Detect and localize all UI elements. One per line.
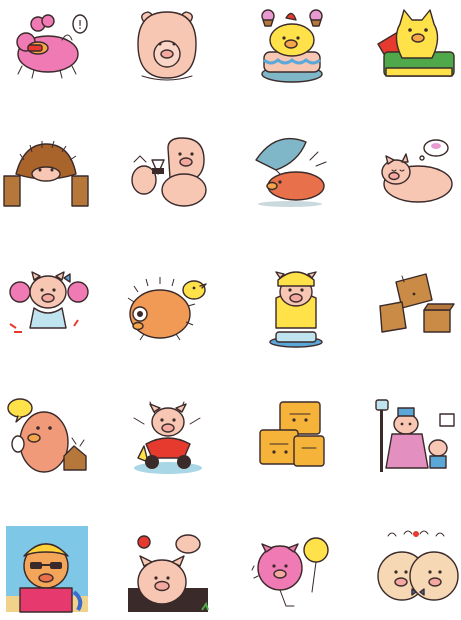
pig-with-baby-icon[interactable] [124,526,210,612]
pig-umbrella-icon[interactable] [250,130,336,216]
yellow-cat-pig-icon[interactable] [374,4,460,90]
pig-sleeping-icon[interactable] [374,130,460,216]
pig-family-bus-stop-icon[interactable] [374,394,460,480]
hedgehog-pig-bridge-icon[interactable] [3,130,90,216]
cheerleader-pig-icon[interactable] [4,262,90,348]
stacked-pig-boxes-icon[interactable] [250,394,336,480]
pufferfish-pig-icon[interactable] [124,262,210,348]
cardboard-boxes-icon[interactable] [374,262,460,348]
pale-pig-sitting-icon[interactable] [124,4,210,90]
twin-pigs-icon[interactable] [374,526,460,612]
pig-motorbike-icon[interactable] [124,394,210,480]
pig-scale-icon[interactable] [250,262,336,348]
sunglasses-pig-beach-icon[interactable] [4,526,90,613]
sticker-grid: ! [0,0,461,620]
pig-speech-icon[interactable] [4,394,90,480]
pig-onigiri-icon[interactable] [124,130,210,216]
pig-balloon-icon[interactable] [250,526,336,612]
exclaim-bubble: ! [78,18,83,32]
pink-pig-eating-icon[interactable]: ! [4,4,90,90]
pig-cake-icon[interactable] [250,4,336,90]
